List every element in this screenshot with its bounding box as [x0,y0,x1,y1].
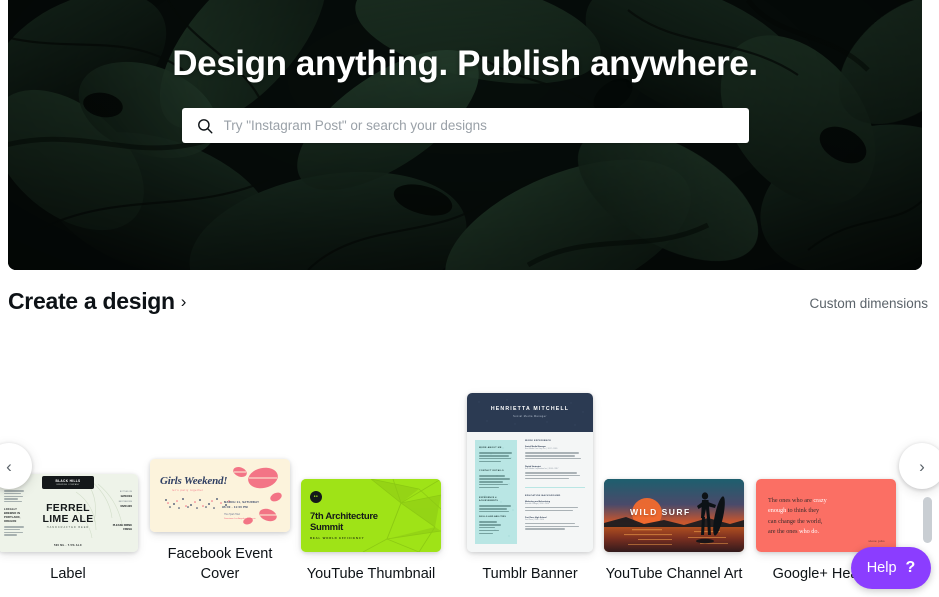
label-right-note: PLEASE DRINK FRESH [112,524,132,532]
design-card-youtube-channel-art[interactable]: WILD SURF YouTube Channel Art [604,479,744,585]
youtube-thumbnail-artwork: •• 7th Architecture Summit REAL WORLD EF… [301,479,441,553]
resume-main-head-2: EDUCATION BACKGROUND [525,494,561,497]
fb-script-title: Girls Weekend! [160,474,228,487]
fb-time: 6:00 - 11:00 PM [224,504,248,509]
gp-quote-3: can change the world, [768,517,823,525]
gp-quote-2b: to think they [786,507,820,515]
label-brand-sub: BREWING COMPANY [56,483,80,486]
gp-quote-1a: The ones who are [768,497,814,505]
label-brand: BLACK HILLS [55,478,81,483]
resume-side-head-4: SKILLS AND ABILITIES [479,516,506,519]
create-a-design-header: Create a design › Custom dimensions [0,288,939,348]
search-icon [197,118,212,133]
page-scrollbar-thumb[interactable] [923,497,932,543]
gp-quote-2a: enough [768,507,787,515]
gp-quote-1b: crazy [813,497,827,505]
chevron-right-icon: › [180,292,187,311]
search-bar[interactable] [181,108,749,143]
resume-name: HENRIETTA MITCHELL [490,406,570,413]
card-caption: Label [50,566,86,583]
resume-header: HENRIETTA MITCHELL Social Media Manager [467,393,593,433]
fb-address: Downtown Los Angeles, California [224,517,256,520]
design-type-carousel: BLACK HILLS BREWING COMPANY FERREL LIME … [0,360,939,585]
card-caption: Facebook Event Cover [167,545,273,583]
label-date-1: 12/03/19 [120,494,132,499]
label-artwork: BLACK HILLS BREWING COMPANY FERREL LIME … [0,474,138,553]
label-left-note: LOCALLY BREWED IN PORTLAND, OREGON [4,508,21,524]
design-card-tumblr-banner[interactable]: HENRIETTA MITCHELL Social Media Manager [460,393,600,585]
thumbnail-facebook-event-cover: Girls Weekend! let's party together MARC… [150,458,290,532]
card-caption: YouTube Thumbnail [306,566,436,583]
channel-art-title: WILD SURF [630,507,691,518]
resume-side-head-2: CONTACT DETAILS [479,470,504,473]
carousel-next-button[interactable]: › [899,443,939,489]
google-plus-header-artwork: The ones who are crazy enough to think t… [756,479,896,553]
label-date-2: 06/01/20 [120,504,132,509]
create-a-design-link[interactable]: Create a design › [8,288,186,315]
resume-sidebar: MORE ABOUT ME CONTACT DETAILS EXPERIENCE… [475,440,517,545]
gp-quote-4b: who do. [799,527,820,535]
yt-subtitle: REAL WORLD EFFICIENCY [310,536,365,541]
gp-quote-4a: are the ones [768,527,800,535]
chevron-left-icon: ‹ [6,456,12,476]
design-card-youtube-thumbnail[interactable]: •• 7th Architecture Summit REAL WORLD EF… [301,479,441,585]
hero-banner: Design anything. Publish anywhere. [8,0,922,270]
resume-main-head-1: WORK EXPERIENCE [525,440,552,443]
section-title: Create a design [8,288,175,314]
custom-dimensions-button[interactable]: Custom dimensions [809,296,928,311]
thumbnail-youtube-channel-art: WILD SURF [604,479,744,553]
yt-title-2: Summit [310,522,344,534]
fb-venue: The Hyatt Hotel [224,513,240,516]
help-button[interactable]: Help ? [851,547,931,589]
design-card-facebook-event-cover[interactable]: Girls Weekend! let's party together MARC… [150,458,290,585]
fb-date: MARCH 11, SATURDAY [224,499,260,504]
design-card-label[interactable]: BLACK HILLS BREWING COMPANY FERREL LIME … [0,474,138,585]
resume-role: Social Media Manager [513,415,547,419]
thumbnail-youtube-thumbnail: •• 7th Architecture Summit REAL WORLD EF… [301,479,441,553]
page-title: Design anything. Publish anywhere. [172,44,758,83]
gp-attribution: steve jobs [868,540,885,544]
resume-main: WORK EXPERIENCE Social Media Manager Bes… [525,440,585,530]
youtube-channel-art-artwork: WILD SURF [604,479,744,553]
yt-title-1: 7th Architecture [310,511,378,523]
label-date-caption-1: BOTTLED ON [119,491,132,494]
resume-side-head-1: MORE ABOUT ME [479,447,502,450]
card-caption: Tumblr Banner [482,566,578,583]
fb-subtitle: let's party together [172,488,204,492]
chevron-right-icon: › [919,456,925,476]
thumbnail-label: BLACK HILLS BREWING COMPANY FERREL LIME … [0,474,138,553]
label-left-filler [4,490,26,503]
thumbnail-google-plus-header: The ones who are crazy enough to think t… [756,479,896,553]
question-mark-icon: ? [905,559,916,576]
label-date-caption-2: BEST BEFORE [118,501,132,504]
card-caption: YouTube Channel Art [605,566,743,583]
label-left-filler2 [4,526,26,536]
gp-quote: The ones who are crazy enough to think t… [768,496,886,536]
search-input[interactable] [223,108,735,143]
thumbnail-tumblr-banner: HENRIETTA MITCHELL Social Media Manager [467,393,593,553]
help-label: Help [866,560,897,576]
canva-homepage: Design anything. Publish anywhere. Creat… [0,0,939,597]
facebook-event-artwork: Girls Weekend! let's party together MARC… [150,458,290,532]
label-volume: 500 ML - 7.5% ALC [53,544,83,548]
resume-side-head-3: EXPERIENCE & ACHIEVEMENTS [479,497,498,503]
tumblr-banner-artwork: HENRIETTA MITCHELL Social Media Manager [467,393,593,553]
